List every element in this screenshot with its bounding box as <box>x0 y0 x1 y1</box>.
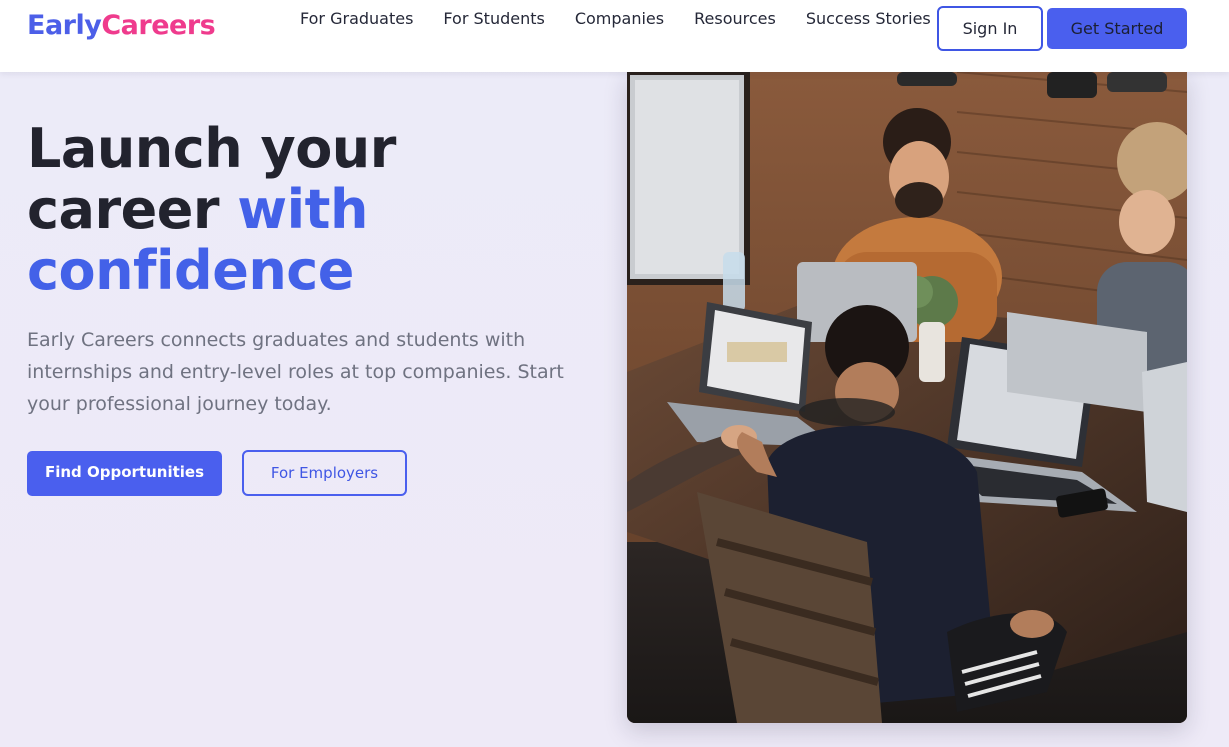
hero-title-accent1: with <box>237 178 368 241</box>
brand-logo[interactable]: EarlyCareers <box>27 10 216 41</box>
sign-in-button[interactable]: Sign In <box>937 6 1043 51</box>
hero-title-accent2: confidence <box>27 239 354 302</box>
nav-link-students[interactable]: For Students <box>443 9 544 28</box>
hero-title-line2: career <box>27 178 238 241</box>
nav-link-success-stories[interactable]: Success Stories <box>806 9 931 28</box>
hero-photo-illustration <box>627 72 1187 723</box>
nav-link-companies[interactable]: Companies <box>575 9 664 28</box>
hero-photo <box>627 72 1187 723</box>
hero-title-line1: Launch your <box>27 117 396 180</box>
nav-link-graduates[interactable]: For Graduates <box>300 9 413 28</box>
find-opportunities-button[interactable]: Find Opportunities <box>27 451 222 496</box>
for-employers-button[interactable]: For Employers <box>242 450 407 496</box>
brand-logo-part2: Careers <box>101 10 216 41</box>
hero-title: Launch your career with confidence <box>27 118 607 301</box>
brand-logo-part1: Early <box>27 10 102 41</box>
main-nav: For Graduates For Students Companies Res… <box>300 9 931 28</box>
get-started-button[interactable]: Get Started <box>1047 8 1187 49</box>
nav-link-resources[interactable]: Resources <box>694 9 776 28</box>
top-navbar: EarlyCareers For Graduates For Students … <box>0 0 1229 72</box>
hero-description: Early Careers connects graduates and stu… <box>27 329 564 415</box>
